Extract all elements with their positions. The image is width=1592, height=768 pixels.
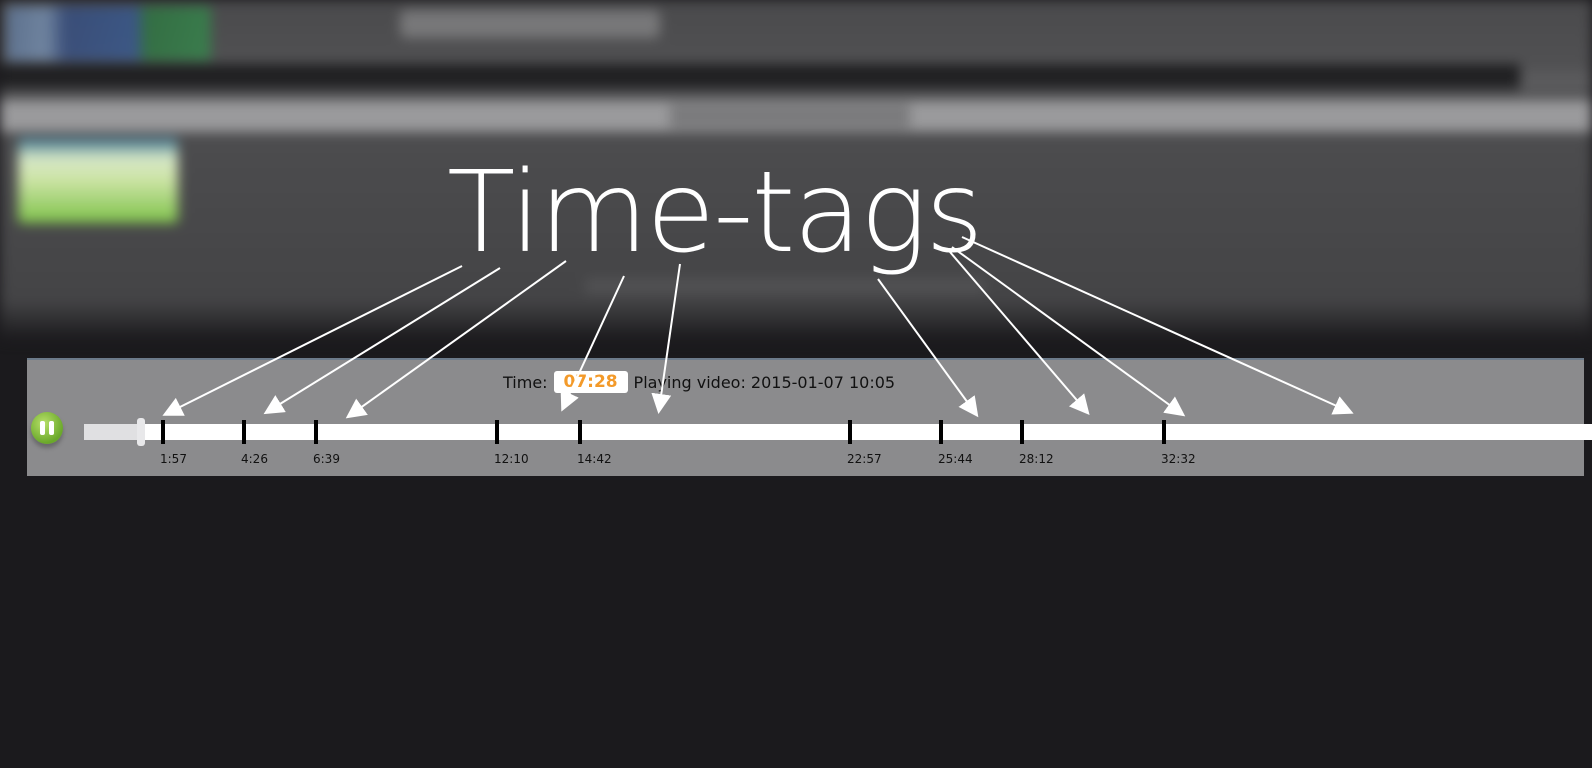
- arrow-to-tag-4: [560, 275, 625, 412]
- arrow-to-tag-6: [877, 278, 979, 418]
- annotation-arrows: [162, 236, 1354, 419]
- arrow-to-tag-7: [949, 251, 1090, 416]
- arrow-to-tag-5: [651, 263, 681, 414]
- arrow-to-tag-9: [961, 236, 1354, 415]
- arrow-to-tag-1: [162, 265, 463, 416]
- arrow-to-tag-3: [345, 260, 567, 419]
